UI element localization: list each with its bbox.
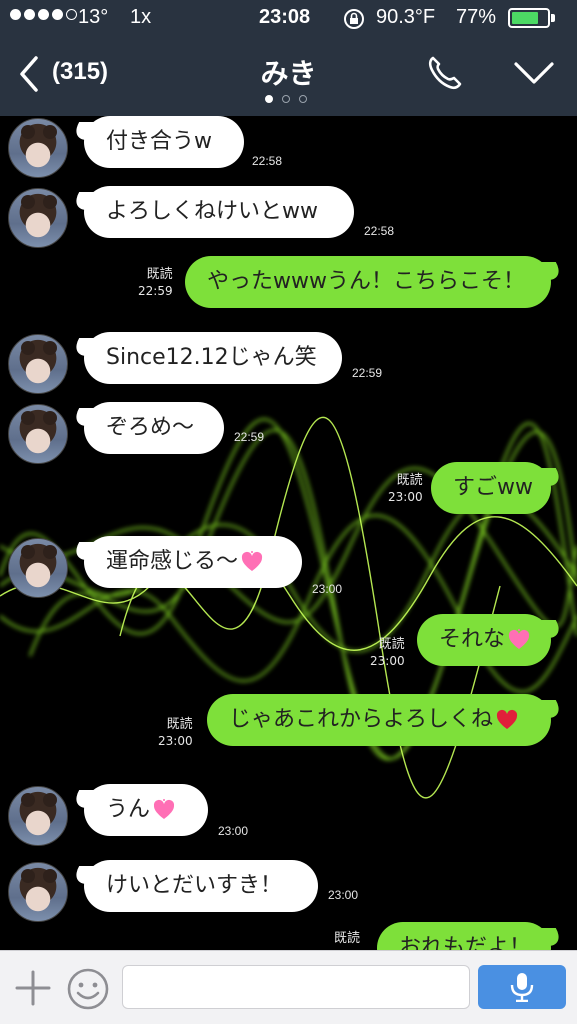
read-receipt: 既読 22:59	[138, 266, 173, 300]
message-text: すごww	[453, 475, 533, 500]
outgoing-message-bubble[interactable]: じゃあこれからよろしくね	[207, 694, 551, 746]
message-text: じゃあこれからよろしくね	[229, 707, 494, 732]
contact-avatar[interactable]	[8, 786, 68, 846]
page-dot	[282, 95, 290, 103]
chat-header: 13° 1x 23:08 90.3°F 77% (315) みき	[0, 0, 577, 116]
message-text: 運命感じる〜	[106, 549, 239, 574]
read-receipt: 既読 23:00	[370, 636, 405, 670]
chat-title[interactable]: みき	[0, 52, 577, 92]
read-label: 既読	[166, 717, 193, 732]
outgoing-message-bubble[interactable]: おれもだよ！	[377, 922, 551, 950]
sparkling-heart-icon	[153, 799, 175, 819]
status-time: 23:08	[259, 6, 311, 28]
page-indicator	[265, 95, 307, 103]
wallpaper-waveform	[0, 416, 577, 799]
incoming-message-bubble[interactable]: Since12.12じゃん笑	[84, 332, 342, 384]
message-text: やったwwwうん！こちらこそ！	[207, 269, 525, 294]
sparkling-heart-icon	[508, 629, 530, 649]
message-text: ぞろめ〜	[106, 415, 195, 440]
chat-area[interactable]: 付き合うw 22:58 よろしくねけいとww 22:58 やったwwwうん！こちらこそ！…	[0, 116, 577, 950]
status-temp: 13°	[78, 6, 109, 28]
rotation-lock-icon	[344, 9, 364, 29]
red-heart-icon	[496, 709, 518, 729]
status-temperature: 90.3°F	[376, 6, 436, 28]
message-text: けいとだいすき！	[106, 873, 283, 898]
message-timestamp: 22:59	[352, 366, 383, 380]
smiley-icon[interactable]	[66, 967, 110, 1011]
input-bar	[0, 950, 577, 1024]
message-timestamp: 22:58	[252, 154, 283, 168]
battery-percent: 77%	[456, 6, 497, 28]
message-text: それな	[439, 627, 506, 652]
incoming-message-bubble[interactable]: うん	[84, 784, 208, 836]
message-text: 付き合うw	[106, 129, 212, 154]
page-dot	[265, 95, 273, 103]
read-receipt: 既読	[334, 930, 360, 947]
read-label: 既読	[334, 931, 361, 946]
message-timestamp: 23:00	[158, 734, 193, 748]
phone-icon[interactable]	[424, 52, 466, 94]
read-label: 既読	[378, 637, 405, 652]
message-input[interactable]	[122, 965, 470, 1009]
message-timestamp: 23:00	[388, 490, 423, 504]
message-timestamp: 22:59	[138, 284, 173, 298]
outgoing-message-bubble[interactable]: それな	[417, 614, 551, 666]
page-dot	[299, 95, 307, 103]
contact-avatar[interactable]	[8, 188, 68, 248]
message-text: おれもだよ！	[399, 935, 532, 950]
signal-strength-icon	[10, 9, 77, 20]
mic-icon	[510, 973, 534, 1002]
incoming-message-bubble[interactable]: けいとだいすき！	[84, 860, 318, 912]
contact-avatar[interactable]	[8, 404, 68, 464]
message-timestamp: 22:58	[364, 224, 395, 238]
outgoing-message-bubble[interactable]: やったwwwうん！こちらこそ！	[185, 256, 551, 308]
status-mode: 1x	[130, 6, 152, 28]
incoming-message-bubble[interactable]: 運命感じる〜	[84, 536, 302, 588]
chevron-down-icon[interactable]	[512, 58, 556, 88]
read-label: 既読	[146, 267, 173, 282]
contact-avatar[interactable]	[8, 334, 68, 394]
plus-icon[interactable]	[14, 969, 52, 1007]
read-receipt: 既読 23:00	[158, 716, 193, 750]
battery-nub	[551, 14, 555, 22]
battery-icon	[508, 8, 550, 28]
nav-bar: (315) みき	[0, 40, 577, 116]
sparkling-heart-icon	[241, 551, 263, 571]
incoming-message-bubble[interactable]: ぞろめ〜	[84, 402, 224, 454]
read-receipt: 既読 23:00	[388, 472, 423, 506]
message-text: Since12.12じゃん笑	[106, 345, 317, 370]
message-timestamp: 23:00	[370, 654, 405, 668]
message-timestamp: 23:00	[312, 582, 343, 596]
contact-avatar[interactable]	[8, 538, 68, 598]
incoming-message-bubble[interactable]: よろしくねけいとww	[84, 186, 354, 238]
read-label: 既読	[396, 473, 423, 488]
contact-avatar[interactable]	[8, 118, 68, 178]
message-timestamp: 23:00	[218, 824, 249, 838]
voice-message-button[interactable]	[478, 965, 566, 1009]
contact-avatar[interactable]	[8, 862, 68, 922]
message-text: うん	[106, 797, 151, 822]
outgoing-message-bubble[interactable]: すごww	[431, 462, 551, 514]
status-bar: 13° 1x 23:08 90.3°F 77%	[0, 0, 577, 38]
message-timestamp: 22:59	[234, 430, 265, 444]
incoming-message-bubble[interactable]: 付き合うw	[84, 116, 244, 168]
message-timestamp: 23:00	[328, 888, 359, 902]
message-text: よろしくねけいとww	[106, 199, 318, 224]
